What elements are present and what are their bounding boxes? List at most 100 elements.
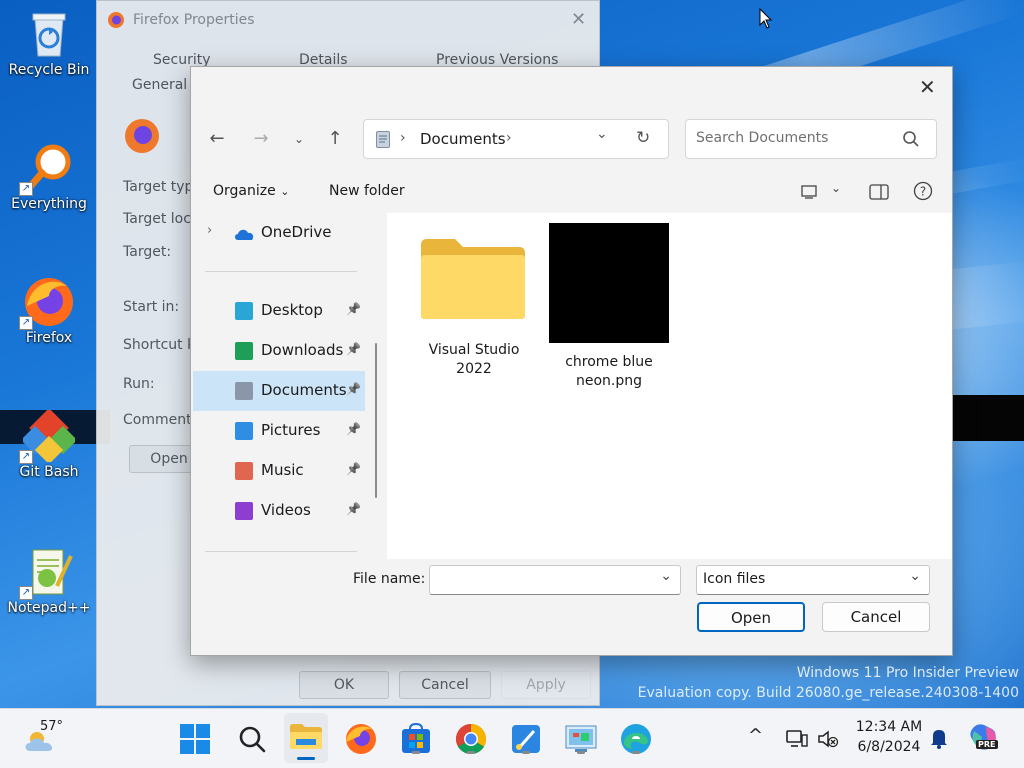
shortcut-arrow-icon: ↗ <box>19 316 33 330</box>
sidebar-item-label: Documents <box>261 381 347 399</box>
preview-pane-icon[interactable] <box>869 184 889 200</box>
sidebar-item-documents[interactable]: Documents 📌 <box>193 371 365 411</box>
target-type-label: Target typ <box>123 179 194 195</box>
firefox-icon <box>346 724 376 754</box>
taskbar-edge[interactable] <box>618 721 654 757</box>
file-name: chrome blue neon.png <box>545 353 673 391</box>
open-file-dialog[interactable]: ✕ ← → ⌄ ↑ › Documents › ⌄ ↻ Search Docum… <box>190 66 953 656</box>
clock-date: 6/8/2024 <box>857 739 921 755</box>
cancel-button[interactable]: Cancel <box>822 602 930 632</box>
recent-locations-chevron-icon[interactable]: ⌄ <box>285 125 313 153</box>
sidebar-item-downloads[interactable]: Downloads 📌 <box>193 331 365 371</box>
desktop-icon-label: Recycle Bin <box>8 62 90 78</box>
dialog-footer: File name: ⌄ Icon files ⌄ Open Cancel <box>191 559 952 655</box>
running-indicator <box>412 751 420 754</box>
chevron-down-icon[interactable]: ⌄ <box>909 568 921 584</box>
pin-icon[interactable]: 📌 <box>346 342 361 356</box>
watermark-build: Evaluation copy. Build 26080.ge_release.… <box>637 685 1019 701</box>
desktop-icon-recycle-bin[interactable]: Recycle Bin <box>1 8 97 78</box>
sidebar-item-label: Downloads <box>261 341 344 359</box>
comment-label: Comment: <box>123 412 197 428</box>
clock[interactable]: 12:34 AM 6/8/2024 <box>852 717 926 757</box>
target-label: Target: <box>123 244 172 260</box>
file-name-input[interactable]: ⌄ <box>429 565 681 595</box>
taskbar-microsoft-store[interactable] <box>398 721 434 757</box>
sidebar-item-music[interactable]: Music 📌 <box>193 451 365 491</box>
desktop-icon-git-bash[interactable]: ↗ Git Bash <box>1 408 97 480</box>
target-location-label: Target loc <box>123 211 191 227</box>
sidebar-item-pictures[interactable]: Pictures 📌 <box>193 411 365 451</box>
search-box[interactable]: Search Documents <box>685 119 937 159</box>
pin-icon[interactable]: 📌 <box>346 502 361 516</box>
forward-button[interactable]: → <box>247 125 275 153</box>
firefox-icon <box>125 119 159 153</box>
file-list[interactable]: Visual Studio 2022 chrome blue neon.png <box>387 213 952 559</box>
close-icon[interactable]: ✕ <box>919 75 936 99</box>
show-hidden-icons-chevron-icon[interactable]: ^ <box>748 725 763 746</box>
sidebar-item-label: Desktop <box>261 301 323 319</box>
running-indicator <box>522 751 530 754</box>
open-button[interactable]: Open <box>697 602 805 632</box>
close-icon[interactable]: ✕ <box>571 9 586 30</box>
taskbar-search-button[interactable] <box>234 721 270 757</box>
view-icon[interactable] <box>801 185 817 199</box>
taskbar-firefox[interactable] <box>343 721 379 757</box>
file-item-folder[interactable]: Visual Studio 2022 <box>411 223 537 383</box>
new-folder-button[interactable]: New folder <box>329 183 405 199</box>
weather-widget[interactable]: 57° <box>24 717 104 761</box>
sidebar-item-videos[interactable]: Videos 📌 <box>193 491 365 531</box>
refresh-icon[interactable]: ↻ <box>636 128 650 148</box>
copilot-button[interactable]: PRE <box>966 723 1000 755</box>
up-button[interactable]: ↑ <box>321 125 349 153</box>
taskbar-chrome[interactable] <box>453 721 489 757</box>
pin-icon[interactable]: 📌 <box>346 422 361 436</box>
taskbar-paint[interactable] <box>508 721 544 757</box>
network-icon[interactable] <box>786 729 808 749</box>
nav-scrollbar[interactable] <box>375 343 377 498</box>
chevron-down-icon[interactable]: ⌄ <box>660 568 672 584</box>
nav-item-onedrive[interactable]: OneDrive <box>261 223 332 241</box>
file-item-image[interactable]: chrome blue neon.png <box>545 223 673 389</box>
volume-muted-icon[interactable] <box>817 729 839 749</box>
apply-button[interactable]: Apply <box>501 671 591 699</box>
expand-chevron-icon[interactable]: › <box>207 223 212 238</box>
file-type-select[interactable]: Icon files ⌄ <box>696 565 930 595</box>
start-button[interactable] <box>177 721 213 757</box>
desktop-icon-notepad-plus-plus[interactable]: ↗ Notepad++ <box>1 546 97 616</box>
pin-icon[interactable]: 📌 <box>346 462 361 476</box>
view-options-chevron-icon[interactable]: ⌄ <box>831 181 841 195</box>
search-input[interactable]: Search Documents <box>696 130 828 146</box>
ok-button[interactable]: OK <box>299 671 389 699</box>
desktop-icon-firefox[interactable]: ↗ Firefox <box>1 276 97 346</box>
help-icon[interactable]: ? <box>913 181 933 201</box>
desktop-icon-label: Notepad++ <box>7 600 91 616</box>
videos-icon <box>235 502 253 520</box>
pictures-icon <box>235 422 253 440</box>
address-dropdown-chevron-icon[interactable]: ⌄ <box>596 126 608 142</box>
desktop-icon <box>235 302 253 320</box>
breadcrumb[interactable]: › Documents › ⌄ ↻ <box>363 119 669 159</box>
file-name-label: File name: <box>353 571 426 587</box>
notepad-plus-plus-icon: ↗ <box>19 546 75 600</box>
taskbar: 57° ^ 12:34 AM 6/8/2024 PRE <box>0 708 1024 768</box>
svg-text:?: ? <box>920 185 926 199</box>
mouse-cursor-icon <box>759 8 773 29</box>
tab-general[interactable]: General <box>132 77 187 93</box>
sidebar-item-desktop[interactable]: Desktop 📌 <box>193 291 365 331</box>
desktop-icon-everything[interactable]: ↗ Everything <box>1 142 97 212</box>
run-label: Run: <box>123 376 155 392</box>
breadcrumb-separator-icon[interactable]: › <box>506 130 512 146</box>
git-bash-icon: ↗ <box>19 408 78 465</box>
back-button[interactable]: ← <box>203 125 231 153</box>
breadcrumb-location[interactable]: Documents <box>420 130 506 148</box>
pin-icon[interactable]: 📌 <box>346 302 361 316</box>
documents-icon <box>376 131 390 148</box>
notification-bell-icon[interactable] <box>930 727 948 749</box>
navigation-pane[interactable]: › OneDrive Desktop 📌 Downloads 📌 Documents 📌 P… <box>191 213 377 559</box>
everything-search-icon: ↗ <box>19 142 75 196</box>
taskbar-file-explorer[interactable] <box>284 713 328 763</box>
cancel-button[interactable]: Cancel <box>399 671 491 699</box>
organize-menu-button[interactable]: Organize ⌄ <box>213 183 289 199</box>
pin-icon[interactable]: 📌 <box>346 382 361 396</box>
taskbar-control-panel[interactable] <box>563 721 599 757</box>
